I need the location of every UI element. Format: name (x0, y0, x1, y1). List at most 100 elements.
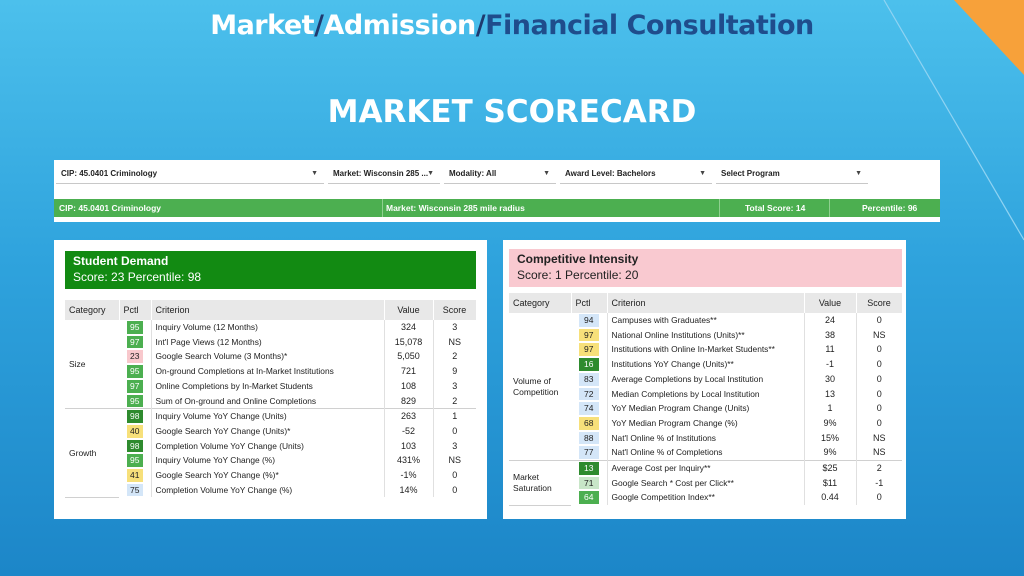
criterion-cell: Average Cost per Inquiry** (606, 460, 804, 476)
pctl-cell: 95 (119, 364, 151, 379)
pctl-cell: 71 (571, 476, 607, 491)
summary-market: Market: Wisconsin 285 mile radius (386, 203, 525, 213)
heading-market: Market (210, 10, 315, 41)
cip-dropdown[interactable]: CIP: 45.0401 Criminology ▼ (56, 164, 324, 184)
criterion-cell: National Online Institutions (Units)** (606, 327, 804, 343)
pctl-cell: 94 (571, 313, 607, 328)
value-cell: 9% (803, 415, 856, 431)
table-row: 23 Google Search Volume (3 Months)* 5,050 2 (65, 349, 476, 365)
score-cell: 0 (855, 313, 902, 328)
criterion-cell: Online Completions by In-Market Students (150, 378, 384, 394)
pctl-badge: 95 (127, 394, 143, 408)
pctl-badge: 97 (579, 343, 599, 357)
criterion-cell: Completion Volume YoY Change (Units) (150, 438, 384, 454)
value-cell: 13 (803, 386, 856, 402)
table-row: 98 Completion Volume YoY Change (Units) 10… (65, 438, 476, 454)
criterion-cell: Nat'l Online % of Completions (606, 445, 804, 461)
pctl-badge: 16 (579, 358, 599, 371)
chevron-down-icon: ▼ (427, 170, 434, 177)
pctl-badge: 64 (579, 491, 599, 505)
value-cell: -1% (383, 468, 433, 483)
chevron-down-icon: ▼ (699, 170, 706, 177)
pctl-cell: 95 (119, 394, 151, 409)
pctl-badge: 88 (579, 431, 599, 445)
pctl-badge: 74 (579, 402, 599, 415)
value-cell: 9% (803, 445, 856, 461)
criterion-cell: Google Competition Index** (606, 490, 804, 506)
table-row: Volume of Competition 94 Campuses with Gra… (509, 313, 902, 462)
score-cell: 3 (432, 320, 476, 335)
value-cell: 431% (383, 453, 433, 469)
score-cell: 0 (855, 490, 902, 506)
value-cell: 0.44 (803, 490, 856, 506)
pctl-cell: 68 (571, 416, 607, 431)
score-cell: -1 (855, 475, 902, 491)
score-cell: 2 (855, 460, 902, 476)
criterion-cell: Google Search Volume (3 Months)* (150, 349, 384, 365)
criterion-cell: Inquiry Volume (12 Months) (150, 320, 384, 335)
table-row: Market Saturation 13 Average Cost per Inqu… (509, 460, 902, 506)
value-cell: 324 (383, 320, 433, 335)
award-level-dropdown[interactable]: Award Level: Bachelors ▼ (560, 164, 712, 184)
modality-dropdown[interactable]: Modality: All ▼ (444, 164, 556, 184)
student-demand-header: Student Demand Score: 23 Percentile: 98 (65, 251, 476, 289)
chevron-down-icon: ▼ (311, 170, 318, 177)
student-demand-score: Score: 23 Percentile: 98 (73, 270, 202, 284)
page-subtitle: MARKET SCORECARD (327, 94, 697, 130)
col-category: Category (65, 300, 120, 320)
criterion-cell: Nat'l Online % of Institutions (606, 430, 804, 446)
criterion-cell: Google Search * Cost per Click** (606, 475, 804, 491)
value-cell: 829 (383, 393, 433, 409)
value-cell: 15% (803, 430, 856, 446)
score-cell: 0 (855, 371, 902, 387)
value-cell: 103 (383, 438, 433, 454)
pctl-cell: 40 (119, 424, 151, 439)
pctl-badge: 77 (579, 446, 599, 460)
summary-percentile: Percentile: 96 (862, 203, 918, 213)
value-cell: 30 (803, 371, 856, 387)
pctl-cell: 95 (119, 320, 151, 335)
pctl-cell: 98 (119, 408, 151, 424)
criterion-cell: Int'l Page Views (12 Months) (150, 334, 384, 350)
value-cell: -1 (803, 357, 856, 372)
criterion-cell: Institutions YoY Change (Units)** (606, 357, 804, 372)
filter-bar: CIP: 45.0401 Criminology ▼ Market: Wiscon… (54, 160, 940, 222)
value-cell: 5,050 (383, 349, 433, 365)
table-row: 97 Online Completions by In-Market Studen… (65, 378, 476, 394)
table-row: 97 Int'l Page Views (12 Months) 15,078 NS (65, 334, 476, 350)
pctl-badge: 40 (127, 424, 143, 438)
pctl-badge: 97 (127, 379, 143, 393)
category-cell: Growth (65, 408, 119, 498)
program-dropdown[interactable]: Select Program ▼ (716, 164, 868, 184)
student-demand-title: Student Demand (73, 254, 169, 268)
pctl-cell: 97 (571, 342, 607, 357)
value-cell: 721 (383, 364, 433, 379)
table-row: 95 Sum of On-ground and Online Completion… (65, 393, 476, 409)
pctl-cell: 74 (571, 401, 607, 416)
col-score: Score (433, 300, 477, 320)
value-cell: 263 (383, 408, 433, 424)
heading-admission: Admission (323, 10, 476, 41)
score-cell: NS (855, 430, 902, 446)
value-cell: $11 (803, 475, 856, 491)
summary-cip: CIP: 45.0401 Criminology (59, 203, 162, 213)
category-cell: Volume of Competition (509, 313, 571, 462)
value-cell: $25 (803, 460, 856, 476)
value-cell: 1 (803, 401, 856, 416)
criterion-cell: Google Search YoY Change (Units)* (150, 423, 384, 439)
score-cell: 1 (432, 408, 476, 424)
pctl-badge: 97 (579, 328, 599, 342)
criterion-cell: Inquiry Volume YoY Change (Units) (150, 408, 384, 424)
col-criterion: Criterion (607, 293, 805, 313)
score-cell: NS (855, 445, 902, 461)
pctl-cell: 13 (571, 460, 607, 476)
pctl-cell: 97 (119, 335, 151, 350)
criterion-cell: Median Completions by Local Institution (606, 386, 804, 402)
score-cell: 0 (855, 342, 902, 358)
score-cell: NS (432, 334, 476, 350)
col-pctl: Pctl (571, 293, 608, 313)
market-dropdown[interactable]: Market: Wisconsin 285 ... ▼ (328, 164, 440, 184)
score-cell: 0 (432, 482, 476, 498)
pctl-cell: 77 (571, 445, 607, 460)
score-cell: 2 (432, 349, 476, 365)
